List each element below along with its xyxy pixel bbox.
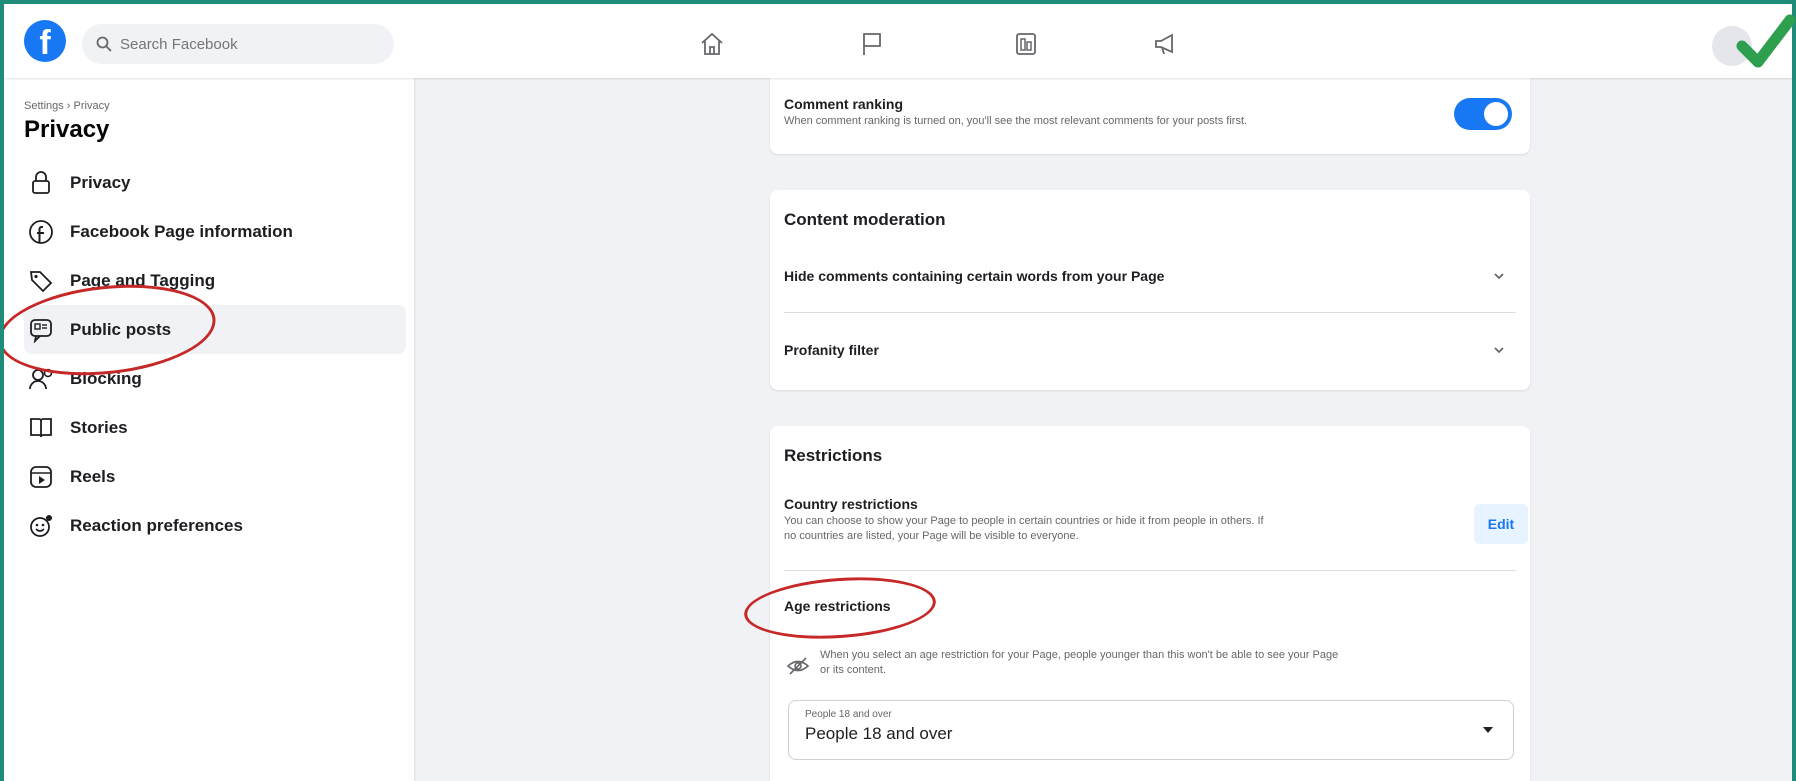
sidebar-item-reels[interactable]: Reels bbox=[24, 452, 406, 501]
reels-icon bbox=[30, 465, 52, 488]
checkmark-icon bbox=[1736, 14, 1796, 68]
sidebar-item-label: Blocking bbox=[70, 368, 142, 388]
pages-icon[interactable] bbox=[1012, 30, 1040, 58]
chevron-down-icon bbox=[1494, 347, 1504, 354]
age-note-line-1: When you select an age restriction for y… bbox=[820, 649, 1339, 661]
public-posts-icon bbox=[30, 318, 52, 343]
breadcrumb[interactable]: Settings › Privacy bbox=[24, 100, 404, 112]
country-restrictions-description-line-2: no countries are listed, your Page will … bbox=[784, 530, 1079, 542]
dropdown-caret-icon bbox=[1483, 727, 1493, 733]
comment-ranking-description: When comment ranking is turned on, you'l… bbox=[784, 115, 1248, 127]
settings-sidebar: Settings › Privacy Privacy Privacy Faceb… bbox=[4, 78, 414, 781]
country-restrictions-description-line-1: You can choose to show your Page to peop… bbox=[784, 515, 1264, 527]
sidebar-item-label: Reels bbox=[70, 466, 116, 486]
profanity-filter-label: Profanity filter bbox=[784, 342, 879, 358]
sidebar-item-label: Stories bbox=[70, 417, 128, 437]
comment-ranking-card: Comment ranking When comment ranking is … bbox=[770, 78, 1530, 154]
age-restrictions-note: When you select an age restriction for y… bbox=[820, 648, 1520, 678]
country-restrictions-section: Country restrictions You can choose to s… bbox=[784, 496, 1464, 544]
country-restrictions-title: Country restrictions bbox=[784, 496, 918, 512]
sidebar-item-label: Privacy bbox=[70, 172, 131, 192]
facebook-icon bbox=[29, 219, 53, 244]
comment-ranking-toggle[interactable] bbox=[1454, 98, 1512, 130]
content-moderation-heading: Content moderation bbox=[784, 210, 946, 229]
sidebar-item-stories[interactable]: Stories bbox=[24, 403, 406, 452]
search-input[interactable] bbox=[120, 35, 370, 53]
sidebar-item-public-posts[interactable]: Public posts bbox=[24, 305, 406, 354]
chevron-down-icon bbox=[1494, 273, 1504, 280]
reaction-icon bbox=[30, 514, 52, 537]
hide-comments-row[interactable]: Hide comments containing certain words f… bbox=[784, 254, 1516, 298]
flag-icon[interactable] bbox=[858, 30, 886, 58]
edit-country-restrictions-button[interactable]: Edit bbox=[1474, 504, 1528, 544]
home-icon[interactable] bbox=[698, 30, 726, 58]
top-navigation-bar: f bbox=[4, 4, 1792, 78]
sidebar-item-page-information[interactable]: Facebook Page information bbox=[24, 207, 406, 256]
content-moderation-card: Content moderation Hide comments contain… bbox=[770, 190, 1530, 390]
page-title: Privacy bbox=[24, 116, 110, 143]
sidebar-item-page-and-tagging[interactable]: Page and Tagging bbox=[24, 256, 406, 305]
facebook-logo[interactable]: f bbox=[24, 20, 66, 62]
eye-hidden-icon bbox=[786, 657, 810, 675]
hide-comments-label: Hide comments containing certain words f… bbox=[784, 268, 1165, 284]
screenshot-frame: f Settings › Privacy Privacy bbox=[0, 0, 1796, 781]
sidebar-item-privacy[interactable]: Privacy bbox=[24, 158, 406, 207]
blocking-icon bbox=[29, 368, 53, 389]
sidebar-item-label: Reaction preferences bbox=[70, 515, 243, 535]
profanity-filter-row[interactable]: Profanity filter bbox=[784, 328, 1516, 372]
age-select-value: People 18 and over bbox=[805, 724, 953, 743]
lock-icon bbox=[32, 170, 50, 194]
stories-icon bbox=[30, 417, 52, 437]
divider bbox=[784, 312, 1516, 313]
age-restriction-select[interactable]: People 18 and over People 18 and over bbox=[788, 700, 1514, 760]
age-note-line-2: or its content. bbox=[820, 664, 887, 676]
restrictions-card: Restrictions Country restrictions You ca… bbox=[770, 426, 1530, 781]
sidebar-item-label: Public posts bbox=[70, 319, 172, 339]
age-select-label: People 18 and over bbox=[805, 709, 892, 720]
search-box[interactable] bbox=[82, 24, 394, 64]
sidebar-item-label: Facebook Page information bbox=[70, 221, 293, 241]
search-icon bbox=[96, 36, 112, 52]
age-restrictions-title: Age restrictions bbox=[784, 598, 891, 614]
sidebar-item-blocking[interactable]: Blocking bbox=[24, 354, 406, 403]
comment-ranking-title: Comment ranking bbox=[784, 96, 904, 112]
tag-icon bbox=[29, 270, 53, 292]
sidebar-item-reaction-preferences[interactable]: Reaction preferences bbox=[24, 501, 406, 550]
divider bbox=[784, 570, 1516, 571]
sidebar-menu: Privacy Facebook Page information Page a… bbox=[24, 158, 406, 550]
restrictions-heading: Restrictions bbox=[784, 446, 883, 465]
sidebar-item-label: Page and Tagging bbox=[70, 270, 216, 290]
megaphone-icon[interactable] bbox=[1152, 30, 1180, 58]
